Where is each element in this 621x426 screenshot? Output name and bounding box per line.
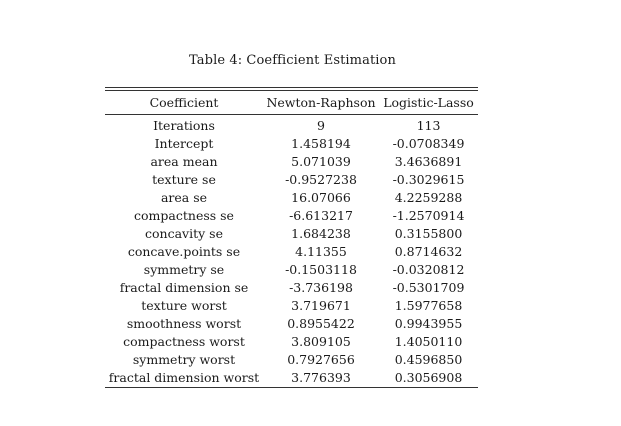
cell-logistic-lasso: 1.4050110 (394, 334, 463, 349)
cell-logistic-lasso: -1.2570914 (392, 208, 465, 223)
cell-logistic-lasso: 113 (416, 118, 441, 133)
table-row: texture worst 3.719671 1.5977658 (105, 297, 478, 315)
cell-coefficient: fractal dimension se (119, 280, 249, 295)
cell-newton-raphson: 4.11355 (295, 244, 347, 259)
cell-logistic-lasso: 0.4596850 (394, 352, 463, 367)
table-row: fractal dimension worst 3.776393 0.3056908 (105, 369, 478, 387)
cell-coefficient: Iterations (153, 118, 215, 133)
table-header-row: Coefficient Newton-Raphson Logistic-Lass… (105, 91, 478, 115)
cell-coefficient: area mean (150, 154, 218, 169)
cell-coefficient: compactness se (134, 208, 234, 223)
cell-logistic-lasso: 0.9943955 (394, 316, 463, 331)
cell-newton-raphson: 5.071039 (291, 154, 351, 169)
cell-coefficient: smoothness worst (126, 316, 242, 331)
cell-logistic-lasso: -0.0320812 (392, 262, 465, 277)
header-logistic-lasso: Logistic-Lasso (379, 91, 478, 115)
table-top-rule (105, 87, 478, 88)
table-row: texture se -0.9527238 -0.3029615 (105, 171, 478, 189)
cell-newton-raphson: 3.809105 (291, 334, 351, 349)
cell-logistic-lasso: -0.5301709 (392, 280, 465, 295)
cell-logistic-lasso: 0.8714632 (394, 244, 463, 259)
table-caption: Table 4: Coefficient Estimation (189, 53, 396, 68)
cell-newton-raphson: 1.458194 (291, 136, 351, 151)
cell-newton-raphson: 3.719671 (291, 298, 351, 313)
table-row: fractal dimension se -3.736198 -0.5301709 (105, 279, 478, 297)
table-row: symmetry se -0.1503118 -0.0320812 (105, 261, 478, 279)
table-row: Iterations 9 113 (105, 115, 478, 136)
table-row: compactness se -6.613217 -1.2570914 (105, 207, 478, 225)
cell-newton-raphson: -0.9527238 (285, 172, 357, 187)
cell-logistic-lasso: -0.3029615 (392, 172, 465, 187)
table-bottom-rule (105, 387, 478, 388)
cell-newton-raphson: 0.8955422 (287, 316, 355, 331)
cell-logistic-lasso: 1.5977658 (394, 298, 463, 313)
table-row: smoothness worst 0.8955422 0.9943955 (105, 315, 478, 333)
cell-logistic-lasso: 4.2259288 (394, 190, 463, 205)
table-row: compactness worst 3.809105 1.4050110 (105, 333, 478, 351)
cell-coefficient: concavity se (145, 226, 223, 241)
cell-logistic-lasso: 0.3155800 (394, 226, 463, 241)
cell-coefficient: symmetry se (143, 262, 225, 277)
header-newton-raphson: Newton-Raphson (263, 91, 379, 115)
cell-coefficient: Intercept (154, 136, 214, 151)
cell-newton-raphson: -3.736198 (289, 280, 353, 295)
table-row: area mean 5.071039 3.4636891 (105, 153, 478, 171)
coefficient-table-container: Coefficient Newton-Raphson Logistic-Lass… (105, 87, 478, 388)
cell-coefficient: area se (160, 190, 208, 205)
cell-coefficient: texture se (152, 172, 216, 187)
table-row: area se 16.07066 4.2259288 (105, 189, 478, 207)
cell-newton-raphson: -0.1503118 (285, 262, 357, 277)
cell-newton-raphson: 16.07066 (291, 190, 351, 205)
table-row: concavity se 1.684238 0.3155800 (105, 225, 478, 243)
cell-coefficient: symmetry worst (132, 352, 236, 367)
cell-newton-raphson: 3.776393 (291, 370, 351, 385)
table-row: symmetry worst 0.7927656 0.4596850 (105, 351, 478, 369)
cell-logistic-lasso: 3.4636891 (394, 154, 463, 169)
cell-coefficient: fractal dimension worst (108, 370, 260, 385)
cell-coefficient: compactness worst (123, 334, 245, 349)
cell-newton-raphson: 0.7927656 (287, 352, 355, 367)
table-body: Iterations 9 113 Intercept 1.458194 -0.070834… (105, 115, 478, 388)
cell-newton-raphson: -6.613217 (289, 208, 353, 223)
table-row: concave.points se 4.11355 0.8714632 (105, 243, 478, 261)
cell-coefficient: texture worst (141, 298, 227, 313)
coefficient-table: Coefficient Newton-Raphson Logistic-Lass… (105, 91, 478, 387)
table-row: Intercept 1.458194 -0.0708349 (105, 135, 478, 153)
cell-logistic-lasso: 0.3056908 (394, 370, 463, 385)
header-coefficient: Coefficient (105, 91, 263, 115)
cell-newton-raphson: 9 (317, 118, 325, 133)
cell-newton-raphson: 1.684238 (291, 226, 351, 241)
cell-logistic-lasso: -0.0708349 (392, 136, 465, 151)
cell-coefficient: concave.points se (127, 244, 241, 259)
